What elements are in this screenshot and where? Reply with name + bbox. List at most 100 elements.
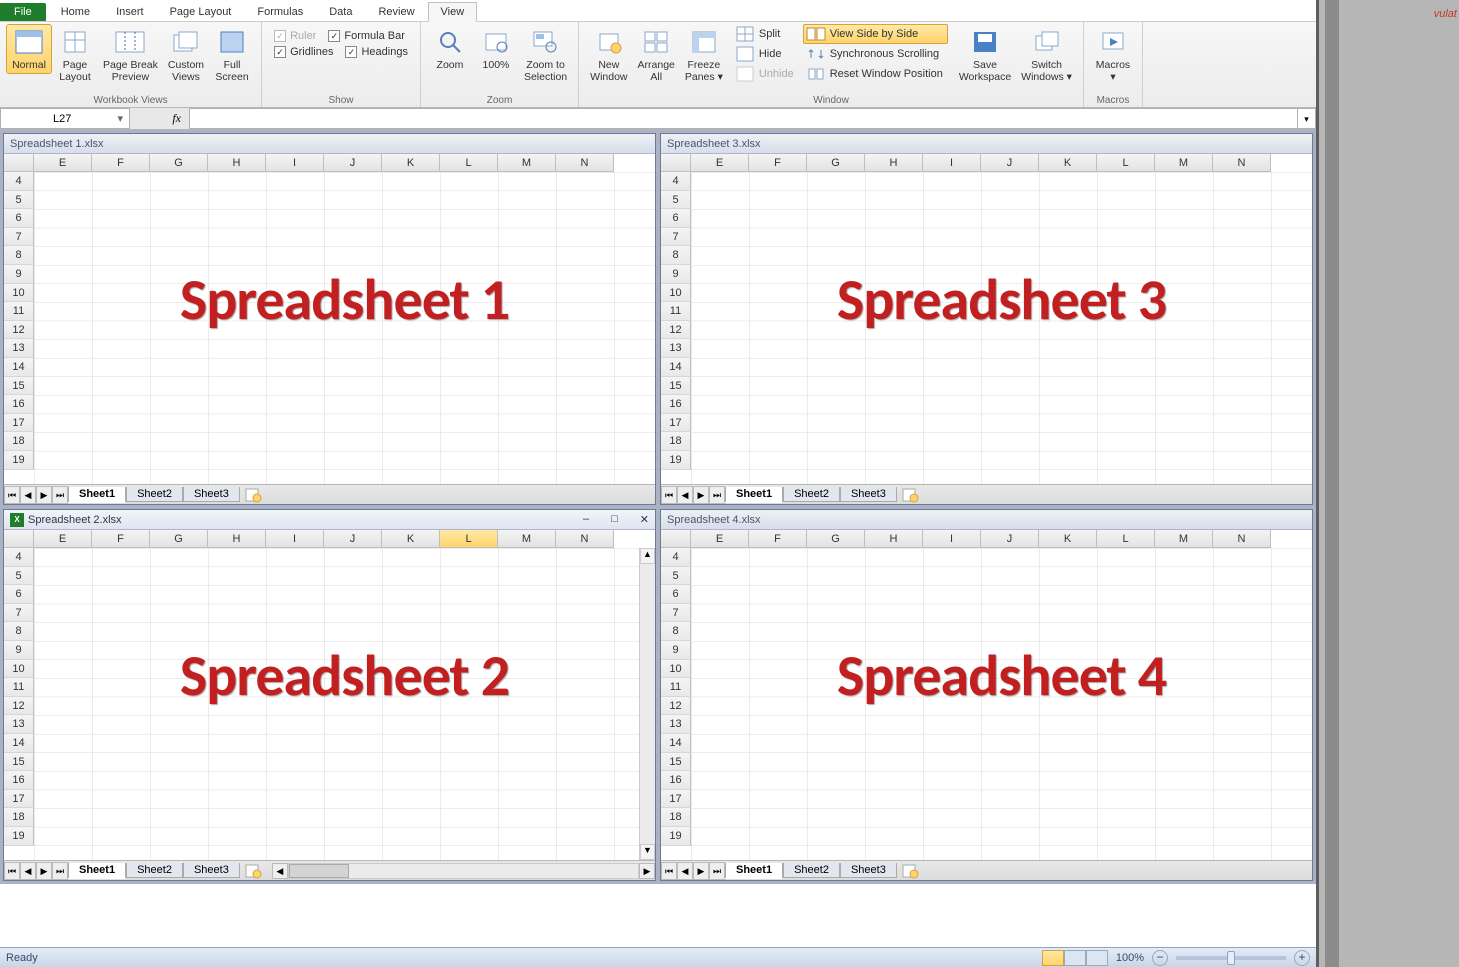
sheet-nav-arrow[interactable]: ⏭	[709, 486, 725, 504]
column-header[interactable]: N	[556, 154, 614, 172]
workbook-window[interactable]: XSpreadsheet 2.xlsx–□✕EFGHIJKLMN45678910…	[3, 509, 656, 881]
close-icon[interactable]: ✕	[640, 513, 649, 526]
select-all-corner[interactable]	[4, 154, 34, 172]
workbook-titlebar[interactable]: Spreadsheet 4.xlsx	[661, 510, 1312, 530]
cells[interactable]: Spreadsheet 2	[34, 548, 655, 860]
column-header[interactable]: G	[150, 530, 208, 548]
row-header[interactable]: 18	[4, 432, 34, 451]
row-header[interactable]: 9	[4, 265, 34, 284]
row-header[interactable]: 17	[4, 790, 34, 809]
maximize-icon[interactable]: □	[611, 513, 618, 526]
column-header[interactable]: I	[266, 154, 324, 172]
zoom-100-button[interactable]: 100%	[473, 24, 519, 74]
row-header[interactable]: 14	[661, 358, 691, 377]
row-header[interactable]: 19	[4, 451, 34, 470]
row-header[interactable]: 7	[661, 604, 691, 623]
sheet-nav-arrow[interactable]: ⏭	[52, 862, 68, 880]
sheet-tab[interactable]: Sheet2	[783, 487, 840, 502]
column-header[interactable]: F	[92, 530, 150, 548]
column-header[interactable]: F	[92, 154, 150, 172]
column-header[interactable]: L	[440, 154, 498, 172]
page-break-preview-button[interactable]: Page Break Preview	[98, 24, 163, 86]
select-all-corner[interactable]	[661, 154, 691, 172]
column-header[interactable]: N	[556, 530, 614, 548]
new-sheet-icon[interactable]	[244, 863, 262, 879]
column-header[interactable]: G	[807, 530, 865, 548]
tab-data[interactable]: Data	[316, 2, 365, 21]
column-header[interactable]: K	[1039, 530, 1097, 548]
column-header[interactable]: L	[1097, 530, 1155, 548]
sheet-tab[interactable]: Sheet3	[183, 863, 240, 878]
column-header[interactable]: M	[1155, 530, 1213, 548]
row-header[interactable]: 16	[4, 771, 34, 790]
tab-home[interactable]: Home	[48, 2, 103, 21]
row-header[interactable]: 5	[661, 567, 691, 586]
column-header[interactable]: J	[981, 154, 1039, 172]
column-header[interactable]: N	[1213, 154, 1271, 172]
row-header[interactable]: 17	[661, 790, 691, 809]
column-header[interactable]: N	[1213, 530, 1271, 548]
column-header[interactable]: K	[382, 154, 440, 172]
row-header[interactable]: 10	[4, 284, 34, 303]
synchronous-scrolling-button[interactable]: Synchronous Scrolling	[803, 44, 948, 64]
column-header[interactable]: M	[1155, 154, 1213, 172]
row-header[interactable]: 5	[4, 567, 34, 586]
row-header[interactable]: 11	[4, 678, 34, 697]
grid-area[interactable]: EFGHIJKLMN45678910111213141516171819Spre…	[4, 154, 655, 484]
row-header[interactable]: 6	[4, 209, 34, 228]
sheet-tab[interactable]: Sheet2	[126, 863, 183, 878]
column-header[interactable]: E	[691, 154, 749, 172]
formula-expand-icon[interactable]: ▾	[1298, 108, 1316, 129]
unhide-button[interactable]: Unhide	[732, 64, 799, 84]
formula-input[interactable]	[190, 108, 1298, 129]
column-header[interactable]: E	[34, 154, 92, 172]
column-header[interactable]: M	[498, 154, 556, 172]
custom-views-button[interactable]: Custom Views	[163, 24, 209, 86]
sheet-tab[interactable]: Sheet1	[68, 487, 126, 503]
new-sheet-icon[interactable]	[901, 487, 919, 503]
sheet-nav-arrow[interactable]: ◀	[677, 862, 693, 880]
row-header[interactable]: 7	[661, 228, 691, 247]
workbook-titlebar[interactable]: XSpreadsheet 2.xlsx–□✕	[4, 510, 655, 530]
new-window-button[interactable]: New Window	[585, 24, 632, 86]
sheet-nav-arrow[interactable]: ◀	[20, 486, 36, 504]
row-header[interactable]: 11	[661, 302, 691, 321]
sheet-tab[interactable]: Sheet2	[126, 487, 183, 502]
sheet-nav-arrow[interactable]: ⏮	[4, 486, 20, 504]
column-header[interactable]: E	[691, 530, 749, 548]
row-header[interactable]: 14	[4, 734, 34, 753]
cells[interactable]: Spreadsheet 1	[34, 172, 655, 484]
row-header[interactable]: 4	[4, 548, 34, 567]
tab-page-layout[interactable]: Page Layout	[157, 2, 245, 21]
column-header[interactable]: I	[923, 530, 981, 548]
column-header[interactable]: F	[749, 530, 807, 548]
row-header[interactable]: 13	[661, 339, 691, 358]
zoom-button[interactable]: Zoom	[427, 24, 473, 74]
select-all-corner[interactable]	[4, 530, 34, 548]
headings-checkbox[interactable]: ✓Headings	[345, 46, 407, 58]
view-side-by-side-button[interactable]: View Side by Side	[803, 24, 948, 44]
page-layout-status-button[interactable]	[1064, 950, 1086, 966]
column-header[interactable]: G	[150, 154, 208, 172]
row-header[interactable]: 9	[661, 265, 691, 284]
row-header[interactable]: 9	[4, 641, 34, 660]
normal-view-button[interactable]: Normal	[6, 24, 52, 74]
sheet-tab[interactable]: Sheet3	[840, 863, 897, 878]
column-header[interactable]: J	[324, 154, 382, 172]
row-header[interactable]: 16	[4, 395, 34, 414]
row-header[interactable]: 7	[4, 228, 34, 247]
row-header[interactable]: 6	[661, 209, 691, 228]
row-header[interactable]: 5	[661, 191, 691, 210]
row-header[interactable]: 11	[4, 302, 34, 321]
formula-bar-checkbox[interactable]: ✓Formula Bar	[328, 30, 405, 42]
column-header[interactable]: F	[749, 154, 807, 172]
sheet-tab[interactable]: Sheet1	[725, 863, 783, 879]
row-header[interactable]: 4	[661, 172, 691, 191]
row-header[interactable]: 14	[661, 734, 691, 753]
normal-view-status-button[interactable]	[1042, 950, 1064, 966]
column-header[interactable]: E	[34, 530, 92, 548]
fx-button[interactable]: fx	[130, 108, 190, 129]
horizontal-scrollbar[interactable]: ◀▶	[272, 863, 655, 879]
row-header[interactable]: 4	[661, 548, 691, 567]
tab-insert[interactable]: Insert	[103, 2, 157, 21]
